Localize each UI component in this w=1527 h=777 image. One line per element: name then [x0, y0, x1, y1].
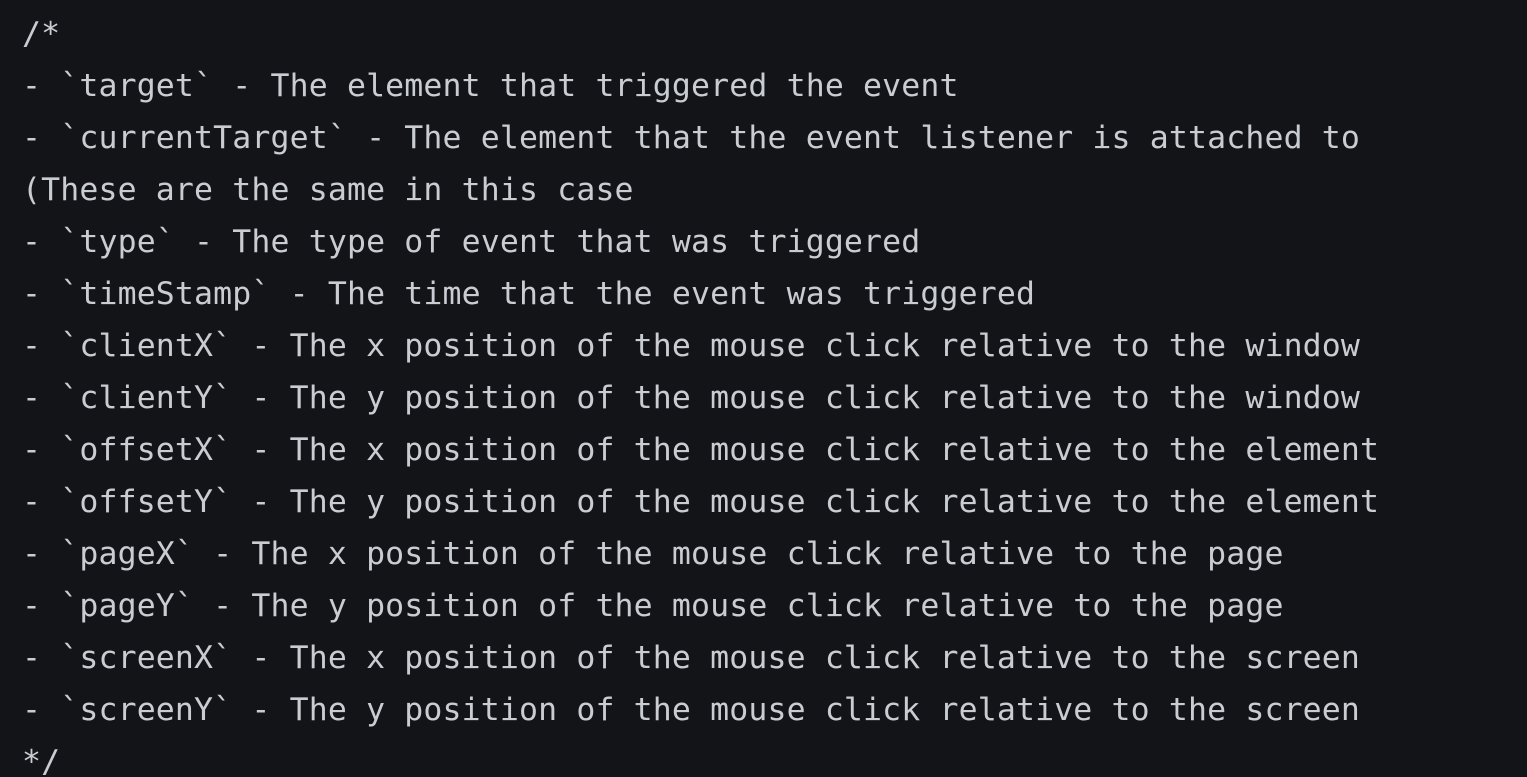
code-line: - `screenX` - The x position of the mous…	[22, 640, 1361, 676]
code-line: - `clientX` - The x position of the mous…	[22, 328, 1361, 364]
comment-block: /* - `target` - The element that trigger…	[22, 8, 1379, 777]
code-line: - `offsetX` - The x position of the mous…	[22, 432, 1380, 468]
code-editor[interactable]: /* - `target` - The element that trigger…	[0, 0, 1527, 777]
code-line: (These are the same in this case	[22, 172, 634, 208]
code-line: /*	[22, 16, 61, 52]
code-line: - `screenY` - The y position of the mous…	[22, 692, 1361, 728]
code-line: - `target` - The element that triggered …	[22, 68, 959, 104]
code-line: - `clientY` - The y position of the mous…	[22, 380, 1361, 416]
cropped-previous-line	[24, 0, 724, 6]
code-line: */	[22, 744, 61, 777]
code-line: - `currentTarget` - The element that the…	[22, 120, 1361, 156]
code-line: - `pageY` - The y position of the mouse …	[22, 588, 1284, 624]
code-line: - `type` - The type of event that was tr…	[22, 224, 921, 260]
code-line: - `timeStamp` - The time that the event …	[22, 276, 1036, 312]
code-line: - `offsetY` - The y position of the mous…	[22, 484, 1380, 520]
code-line: - `pageX` - The x position of the mouse …	[22, 536, 1284, 572]
